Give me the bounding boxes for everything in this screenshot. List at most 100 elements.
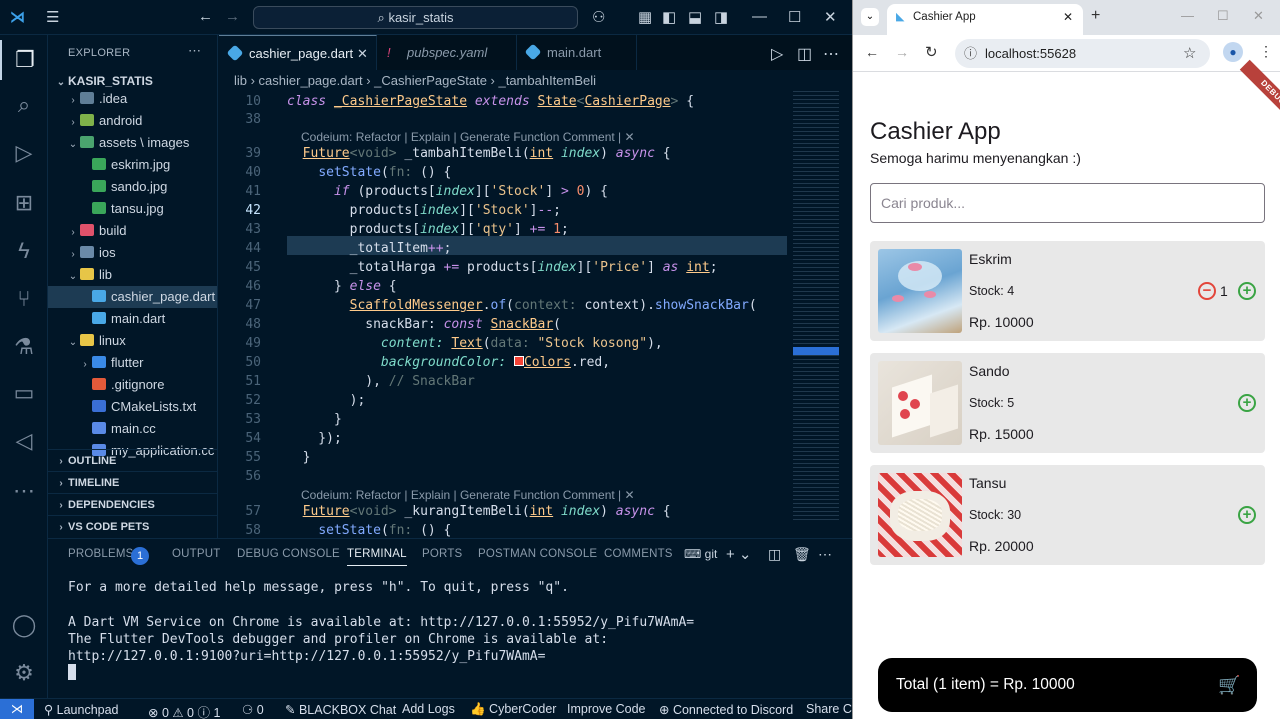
menu-icon[interactable]: ☰: [46, 8, 59, 26]
terminal-shell[interactable]: ⌨ git: [684, 547, 717, 561]
tree-item[interactable]: › android: [48, 110, 217, 132]
source-control-icon[interactable]: ⑂: [0, 279, 48, 319]
add-item-icon[interactable]: +: [1238, 506, 1256, 524]
editor-more-icon[interactable]: ⋯: [823, 44, 839, 64]
search-icon[interactable]: ⌕: [0, 85, 48, 125]
tree-item[interactable]: sando.jpg: [48, 176, 217, 198]
tab-cashier-page[interactable]: cashier_page.dart ✕: [219, 35, 377, 70]
cybercoder-status[interactable]: 👍 CyberCoder: [470, 702, 556, 717]
address-bar[interactable]: ⓘ localhost:55628 ☆: [955, 39, 1210, 68]
toggle-secondary-sidebar-icon[interactable]: ◨: [714, 8, 728, 26]
tree-item[interactable]: › ios: [48, 242, 217, 264]
tree-item[interactable]: .gitignore: [48, 374, 217, 396]
more-icon[interactable]: ⋯: [0, 471, 48, 511]
browser-back-icon[interactable]: ←: [865, 44, 879, 60]
tree-item[interactable]: ⌄ linux: [48, 330, 217, 352]
tree-item[interactable]: cashier_page.dart: [48, 286, 217, 308]
maximize-icon[interactable]: ☐: [788, 8, 801, 26]
tree-item[interactable]: CMakeLists.txt: [48, 396, 217, 418]
panel-tab-terminal[interactable]: TERMINAL: [347, 548, 407, 566]
ports-status[interactable]: ⚆ 0: [242, 702, 264, 717]
tree-item[interactable]: › build: [48, 220, 217, 242]
explorer-icon[interactable]: ❐: [0, 40, 48, 80]
section-dependencies[interactable]: › DEPENDENCIES: [48, 493, 217, 515]
remote-icon[interactable]: ⋊: [0, 699, 34, 719]
minimap[interactable]: [793, 91, 839, 521]
tree-item[interactable]: › .idea: [48, 88, 217, 110]
explorer-more-icon[interactable]: ⋯: [188, 43, 201, 59]
lightning-icon[interactable]: ϟ: [0, 231, 48, 271]
tree-item[interactable]: › flutter: [48, 352, 217, 374]
tree-item[interactable]: eskrim.jpg: [48, 154, 217, 176]
tab-pubspec[interactable]: ! pubspec.yaml: [377, 35, 517, 70]
customize-layout-icon[interactable]: ▦: [638, 8, 652, 26]
breadcrumb[interactable]: lib › cashier_page.dart › _CashierPageSt…: [234, 73, 596, 88]
run-icon[interactable]: ▷: [771, 44, 783, 64]
share-status[interactable]: Share Co: [806, 702, 852, 716]
tree-item[interactable]: ⌄ lib: [48, 264, 217, 286]
tree-item[interactable]: tansu.jpg: [48, 198, 217, 220]
chat-icon[interactable]: ▭: [0, 373, 48, 413]
add-item-icon[interactable]: +: [1238, 394, 1256, 412]
terminal-output[interactable]: For a more detailed help message, press …: [68, 579, 694, 665]
back-arrow-icon[interactable]: ←: [198, 8, 213, 25]
extensions-icon[interactable]: ⊞: [0, 183, 48, 223]
browser-tab[interactable]: ◣ Cashier App ✕: [887, 4, 1083, 35]
panel-tab-postman-console[interactable]: POSTMAN CONSOLE: [478, 548, 597, 560]
account-icon[interactable]: ◯: [0, 605, 48, 645]
minimap-slider[interactable]: [793, 347, 839, 355]
new-terminal-icon[interactable]: + ⌄: [726, 545, 752, 563]
tree-item[interactable]: ⌄ assets \ images: [48, 132, 217, 154]
section-outline[interactable]: › OUTLINE: [48, 449, 217, 471]
close-browser-tab-icon[interactable]: ✕: [1063, 4, 1073, 31]
run-debug-icon[interactable]: ▷: [0, 133, 48, 173]
product-card-eskrim[interactable]: Eskrim Stock: 4 Rp. 10000 − 1 +: [870, 241, 1265, 341]
toggle-panel-icon[interactable]: ⬓: [688, 8, 702, 26]
browser-minimize-icon[interactable]: —: [1181, 8, 1194, 23]
problems-status[interactable]: ⊗ 0 ⚠ 0 ⓘ 1: [148, 702, 220, 719]
close-window-icon[interactable]: ✕: [824, 8, 837, 26]
tree-item[interactable]: main.dart: [48, 308, 217, 330]
total-bar[interactable]: Total (1 item) = Rp. 10000 🛒: [878, 658, 1257, 712]
codelens[interactable]: Codeium: Refactor | Explain | Generate F…: [301, 130, 635, 144]
settings-gear-icon[interactable]: ⚙: [0, 653, 48, 693]
split-editor-icon[interactable]: ◫: [797, 44, 812, 64]
minimize-icon[interactable]: —: [752, 8, 767, 25]
section-timeline[interactable]: › TIMELINE: [48, 471, 217, 493]
flutter-icon[interactable]: ◁: [0, 421, 48, 461]
product-card-tansu[interactable]: Tansu Stock: 30 Rp. 20000 +: [870, 465, 1265, 565]
tab-search-icon[interactable]: ⌄: [861, 8, 879, 26]
launchpad-status[interactable]: ⚲ Launchpad: [44, 702, 119, 717]
bookmark-star-icon[interactable]: ☆: [1183, 39, 1196, 68]
section-vs-code-pets[interactable]: › VS CODE PETS: [48, 515, 217, 537]
panel-more-icon[interactable]: ⋯: [818, 546, 832, 563]
browser-close-icon[interactable]: ✕: [1253, 8, 1264, 24]
command-center-search[interactable]: ⌕ kasir_statis: [253, 6, 578, 29]
improve-code-status[interactable]: Improve Code: [567, 702, 646, 716]
close-tab-icon[interactable]: ✕: [357, 36, 368, 71]
cart-icon[interactable]: 🛒: [1218, 658, 1240, 712]
split-terminal-icon[interactable]: ◫: [768, 546, 781, 563]
product-card-sando[interactable]: Sando Stock: 5 Rp. 15000 +: [870, 353, 1265, 453]
browser-maximize-icon[interactable]: ☐: [1217, 8, 1229, 24]
testing-icon[interactable]: ⚗: [0, 327, 48, 367]
forward-arrow-icon[interactable]: →: [225, 8, 240, 25]
panel-tab-output[interactable]: OUTPUT: [172, 548, 220, 560]
addlogs-status[interactable]: Add Logs: [402, 702, 455, 716]
tree-item[interactable]: main.cc: [48, 418, 217, 440]
product-search-input[interactable]: Cari produk...: [870, 183, 1265, 223]
panel-tab-problems[interactable]: PROBLEMS: [68, 548, 134, 560]
toggle-sidebar-icon[interactable]: ◧: [662, 8, 676, 26]
discord-status[interactable]: ⊕ Connected to Discord: [659, 702, 793, 717]
reload-icon[interactable]: ↻: [925, 43, 938, 61]
panel-tab-comments[interactable]: COMMENTS: [604, 548, 673, 560]
code-editor[interactable]: 10 38 39 40 41 42 43 44 45 46 47 48 49 50 51 52 53 54 55 56…: [219, 91, 852, 538]
panel-tab-ports[interactable]: PORTS: [422, 548, 462, 560]
blackbox-status[interactable]: ✎ BLACKBOX Chat: [285, 702, 396, 717]
browser-menu-icon[interactable]: ⋮: [1259, 43, 1273, 60]
browser-forward-icon[interactable]: →: [895, 44, 909, 60]
panel-tab-debug-console[interactable]: DEBUG CONSOLE: [237, 548, 340, 560]
add-item-icon[interactable]: +: [1238, 282, 1256, 300]
copilot-icon[interactable]: ⚇: [592, 8, 605, 26]
new-tab-icon[interactable]: +: [1091, 7, 1100, 25]
